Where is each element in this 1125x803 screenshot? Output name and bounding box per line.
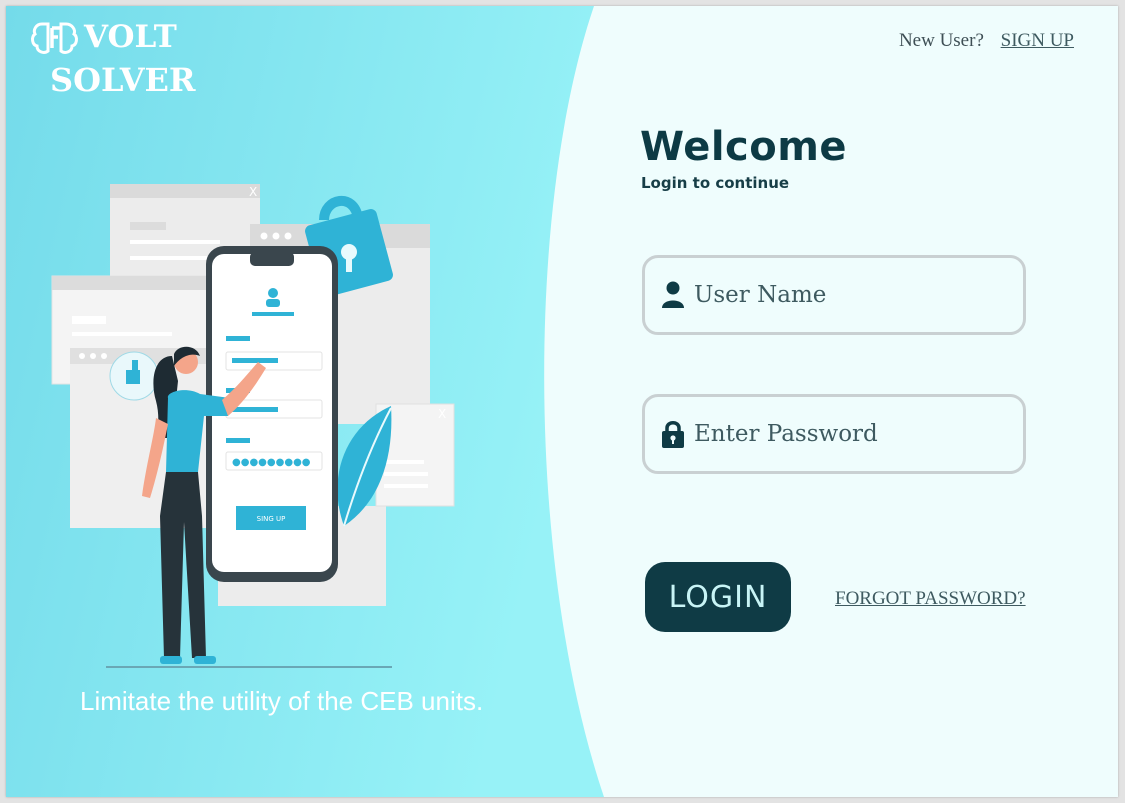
svg-text:X: X	[438, 407, 446, 421]
username-field[interactable]	[642, 255, 1026, 335]
page-subtitle: Login to continue	[641, 174, 790, 192]
tagline: Limitate the utility of the CEB units.	[80, 686, 484, 716]
login-page: VOLT SOLVER X X ●●●●●●●●● SING UP Limita…	[6, 6, 1118, 797]
signup-prompt: New User? SIGN UP	[899, 30, 1074, 52]
user-icon	[662, 281, 684, 308]
new-user-text: New User?	[898, 30, 984, 51]
forgot-password-link[interactable]: FORGOT PASSWORD?	[835, 588, 1026, 610]
brand-name-line2: SOLVER	[50, 61, 196, 99]
lock-icon	[662, 421, 684, 448]
password-field[interactable]	[642, 394, 1026, 474]
svg-text:●●●●●●●●●: ●●●●●●●●●	[232, 457, 311, 468]
username-input[interactable]	[692, 281, 996, 309]
password-input[interactable]	[692, 420, 996, 448]
brand-name-line1: VOLT	[84, 19, 177, 56]
brand-logo: VOLT SOLVER	[30, 18, 196, 99]
login-button[interactable]: LOGIN	[645, 562, 791, 632]
login-illustration: X X ●●●●●●●●● SING UP	[51, 184, 455, 668]
signup-link[interactable]: SIGN UP	[1001, 30, 1074, 51]
phone-signup-label: SING UP	[257, 515, 286, 523]
page-title: Welcome	[640, 124, 848, 170]
svg-text:X: X	[249, 185, 257, 199]
brain-icon	[31, 22, 78, 54]
